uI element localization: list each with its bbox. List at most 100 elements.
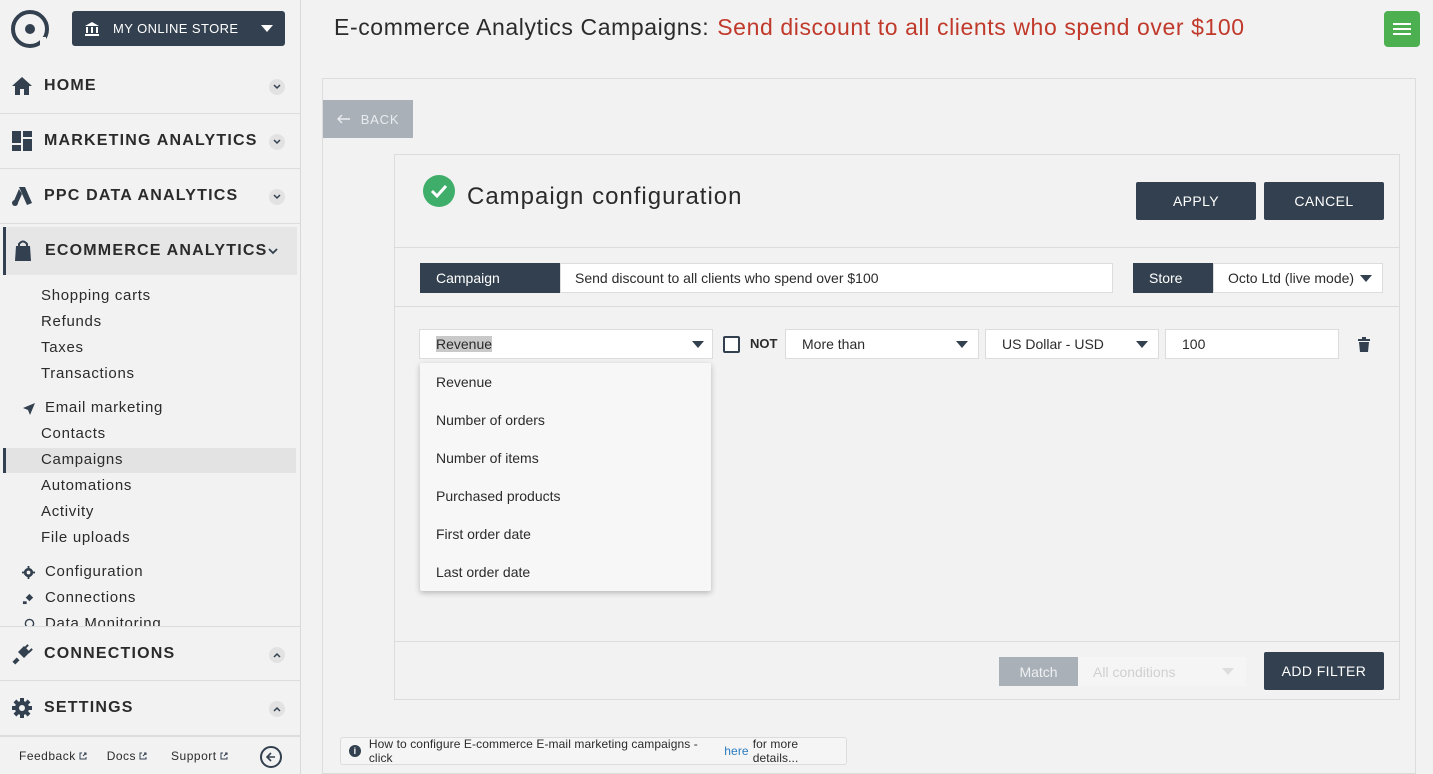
send-icon	[23, 403, 35, 415]
subnav-refunds[interactable]: Refunds	[41, 313, 102, 330]
ads-icon	[10, 184, 34, 208]
match-label: Match	[999, 657, 1078, 686]
hamburger-icon	[1393, 23, 1411, 35]
store-select[interactable]: Octo Ltd (live mode)	[1213, 263, 1383, 293]
subnav-overflow-clip: Data Monitoring	[0, 612, 301, 626]
campaign-label: Campaign	[420, 263, 560, 293]
dropdown-option[interactable]: Number of items	[436, 450, 539, 466]
shopping-bag-icon	[11, 239, 35, 263]
home-icon	[10, 74, 34, 98]
info-icon: i	[349, 745, 361, 757]
nav-settings[interactable]: SETTINGS	[0, 681, 301, 736]
card-footer: Match All conditions ADD FILTER	[395, 641, 1399, 699]
sidebar: MY ONLINE STORE HOME MARKETING ANALYTICS…	[0, 0, 301, 774]
store-select-value: Octo Ltd (live mode)	[1228, 270, 1355, 286]
help-info-bar: i How to configure E-commerce E-mail mar…	[340, 737, 847, 765]
store-label: Store	[1133, 263, 1213, 293]
nav-ppc[interactable]: PPC DATA ANALYTICS	[0, 169, 301, 224]
subnav-email-marketing[interactable]: Email marketing	[45, 399, 163, 416]
dropdown-option[interactable]: First order date	[436, 526, 531, 542]
filter-field-dropdown: Revenue Number of orders Number of items…	[420, 363, 711, 591]
trash-icon[interactable]	[1357, 337, 1371, 353]
operator-select[interactable]: More than	[785, 329, 979, 359]
not-checkbox[interactable]	[723, 336, 740, 353]
page-title-prefix: E-commerce Analytics Campaigns:	[334, 14, 710, 40]
subnav-data-monitoring[interactable]: Data Monitoring	[45, 615, 161, 626]
dropdown-option[interactable]: Purchased products	[436, 488, 561, 504]
chevron-up-icon[interactable]	[269, 701, 285, 717]
dropdown-option[interactable]: Number of orders	[436, 412, 545, 428]
subnav-configuration[interactable]: Configuration	[45, 563, 143, 580]
store-selector-label: MY ONLINE STORE	[113, 21, 239, 36]
subnav-connections[interactable]: Connections	[45, 589, 136, 606]
help-link[interactable]: here	[724, 744, 748, 758]
chevron-down-icon	[692, 341, 704, 348]
nav-settings-label: SETTINGS	[44, 699, 134, 716]
nav-connections-label: CONNECTIONS	[44, 644, 176, 662]
bank-icon	[85, 21, 99, 36]
chevron-down-icon	[261, 25, 273, 32]
subnav-shopping-carts[interactable]: Shopping carts	[41, 287, 151, 304]
chevron-down-icon[interactable]	[269, 189, 285, 205]
subnav-transactions[interactable]: Transactions	[41, 365, 135, 382]
apply-button[interactable]: APPLY	[1136, 182, 1256, 220]
subnav-campaigns[interactable]: Campaigns	[41, 451, 123, 468]
match-select[interactable]: All conditions	[1078, 657, 1246, 686]
subnav-taxes[interactable]: Taxes	[41, 339, 84, 356]
logo-icon[interactable]	[10, 9, 50, 49]
page-title-campaign: Send discount to all clients who spend o…	[717, 14, 1245, 40]
campaign-config-card: Campaign configuration APPLY CANCEL Camp…	[394, 154, 1400, 700]
collapse-sidebar-icon[interactable]	[260, 746, 282, 768]
nav-home-label: HOME	[44, 77, 97, 94]
info-text: How to configure E-commerce E-mail marke…	[368, 737, 698, 765]
check-circle-icon	[423, 175, 455, 207]
feedback-link[interactable]: Feedback	[19, 749, 87, 763]
filter-value-input[interactable]: 100	[1165, 329, 1339, 359]
external-link-icon	[220, 752, 228, 759]
chevron-down-icon	[956, 341, 968, 348]
chevron-up-icon[interactable]	[269, 647, 285, 663]
filter-field-select[interactable]: Revenue	[419, 329, 713, 359]
plug-icon	[10, 642, 34, 666]
dashboard-icon	[10, 129, 34, 153]
gear-icon	[22, 566, 35, 579]
support-link[interactable]: Support	[171, 749, 228, 763]
chevron-down-icon	[1136, 341, 1148, 348]
chevron-down-icon[interactable]	[269, 134, 285, 150]
campaign-info-row: Campaign Send discount to all clients wh…	[395, 247, 1399, 307]
monitor-icon	[24, 618, 35, 626]
gear-icon	[10, 696, 34, 720]
chevron-down-icon[interactable]	[269, 79, 285, 95]
subnav-activity[interactable]: Activity	[41, 503, 94, 520]
subnav-contacts[interactable]: Contacts	[41, 425, 106, 442]
chevron-down-icon	[1222, 668, 1234, 675]
nav-ecommerce-label: ECOMMERCE ANALYTICS	[45, 242, 268, 259]
menu-button[interactable]	[1384, 11, 1420, 47]
nav-ppc-label: PPC DATA ANALYTICS	[44, 187, 239, 204]
card-title: Campaign configuration	[467, 183, 743, 210]
page-title: E-commerce Analytics Campaigns: Send disc…	[334, 14, 1245, 41]
nav-connections[interactable]: CONNECTIONS	[0, 626, 301, 681]
nav-ecommerce[interactable]: ECOMMERCE ANALYTICS	[3, 227, 297, 275]
dropdown-option[interactable]: Last order date	[436, 564, 530, 580]
dropdown-option[interactable]: Revenue	[436, 374, 492, 390]
nav-marketing-analytics[interactable]: MARKETING ANALYTICS	[0, 114, 301, 169]
filter-field-value: Revenue	[436, 336, 493, 352]
subnav-file-uploads[interactable]: File uploads	[41, 529, 130, 546]
external-link-icon	[79, 752, 87, 759]
currency-select[interactable]: US Dollar - USD	[985, 329, 1159, 359]
subnav-automations[interactable]: Automations	[41, 477, 132, 494]
nav-marketing-label: MARKETING ANALYTICS	[44, 132, 258, 149]
chevron-down-icon[interactable]	[265, 243, 281, 259]
external-link-icon	[139, 752, 147, 759]
back-button[interactable]: BACK	[323, 100, 413, 138]
campaign-name-input[interactable]: Send discount to all clients who spend o…	[560, 263, 1113, 293]
cancel-button[interactable]: CANCEL	[1264, 182, 1384, 220]
not-label: NOT	[750, 336, 778, 351]
back-button-label: BACK	[360, 111, 400, 127]
match-select-value: All conditions	[1093, 663, 1176, 680]
store-selector[interactable]: MY ONLINE STORE	[72, 11, 285, 46]
nav-home[interactable]: HOME	[0, 59, 301, 114]
docs-link[interactable]: Docs	[107, 749, 147, 763]
add-filter-button[interactable]: ADD FILTER	[1264, 652, 1384, 690]
